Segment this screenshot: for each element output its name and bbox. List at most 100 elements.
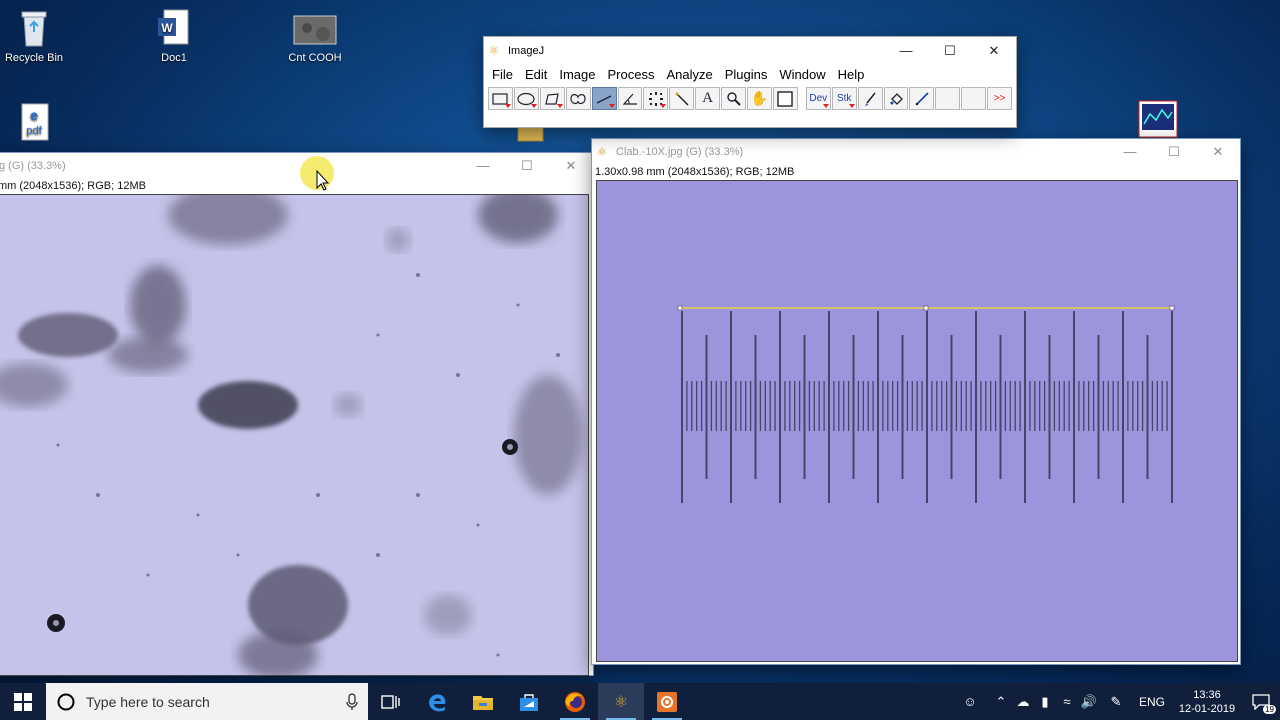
- flood-fill-tool-icon[interactable]: [883, 87, 909, 110]
- imagej-titlebar[interactable]: ⚛ ImageJ — ☐ ✕: [484, 37, 1016, 64]
- wifi-icon[interactable]: ≈: [1056, 683, 1078, 720]
- imagej-main-window[interactable]: ⚛ ImageJ — ☐ ✕ File Edit Image Process A…: [483, 36, 1017, 128]
- menu-window[interactable]: Window: [773, 67, 831, 82]
- onedrive-cloud-icon[interactable]: ☁: [1012, 683, 1034, 720]
- line-handle[interactable]: [1169, 305, 1175, 311]
- minimize-button[interactable]: —: [1108, 139, 1152, 164]
- action-center-button[interactable]: 19: [1242, 683, 1280, 720]
- left-window-titlebar[interactable]: g (G) (33.3%) — ☐ ✕: [0, 153, 593, 178]
- more-tools-button[interactable]: >>: [987, 87, 1013, 110]
- brush-tool-icon[interactable]: [857, 87, 883, 110]
- line-handle[interactable]: [677, 305, 683, 311]
- cortana-circle-icon: [57, 693, 75, 710]
- taskbar-edge[interactable]: [414, 683, 460, 720]
- imagej-menubar: File Edit Image Process Analyze Plugins …: [484, 64, 1016, 84]
- volume-icon[interactable]: 🔊: [1078, 683, 1100, 720]
- hand-scroll-tool-icon[interactable]: ✋: [747, 87, 772, 110]
- menu-image[interactable]: Image: [553, 67, 601, 82]
- wand-tool-icon[interactable]: [669, 87, 695, 110]
- stacks-menu-button[interactable]: Stk: [831, 87, 857, 110]
- menu-process[interactable]: Process: [602, 67, 661, 82]
- polygon-tool-icon[interactable]: [539, 87, 565, 110]
- menu-plugins[interactable]: Plugins: [719, 67, 774, 82]
- show-hidden-icons-chevron-icon[interactable]: ⌃: [990, 683, 1012, 720]
- close-button[interactable]: ✕: [1196, 139, 1240, 164]
- desktop-icon-cnt-cooh[interactable]: Cnt COOH: [277, 8, 353, 64]
- imagej-microscope-icon: ⚛: [613, 693, 629, 711]
- desktop-icon-recycle-bin[interactable]: Recycle Bin: [0, 8, 72, 64]
- left-image-window[interactable]: g (G) (33.3%) — ☐ ✕ mm (2048x1536); RGB;…: [0, 152, 594, 676]
- maximize-button[interactable]: ☐: [505, 153, 549, 178]
- right-window-titlebar[interactable]: ⚛ Clab.-10X.jpg (G) (33.3%) — ☐ ✕: [592, 139, 1240, 164]
- pencil-tool-icon[interactable]: [909, 87, 935, 110]
- desktop-icon-label: Cnt COOH: [288, 52, 342, 64]
- mouse-pointer-icon: [299, 155, 341, 202]
- left-window-title: g (G) (33.3%): [0, 159, 66, 172]
- clock[interactable]: 13:36 12-01-2019: [1172, 688, 1242, 716]
- menu-help[interactable]: Help: [832, 67, 871, 82]
- imagej-toolbar: A ✋ Dev Stk >>: [484, 84, 1016, 113]
- microphone-icon[interactable]: [346, 692, 358, 711]
- firefox-icon: [565, 691, 585, 712]
- color-picker-tool-icon[interactable]: [772, 87, 798, 110]
- desktop-icon-label: Doc1: [161, 52, 187, 64]
- minimize-button[interactable]: —: [884, 38, 928, 63]
- windows-logo-icon: [14, 692, 32, 711]
- maximize-button[interactable]: ☐: [928, 38, 972, 63]
- battery-icon[interactable]: ▮: [1034, 683, 1056, 720]
- oval-tool-icon[interactable]: [513, 87, 539, 110]
- svg-text:e: e: [30, 107, 38, 123]
- recycle-bin-icon: [16, 8, 52, 48]
- line-tool-icon[interactable]: [591, 87, 617, 110]
- maximize-button[interactable]: ☐: [1152, 139, 1196, 164]
- imagej-microscope-icon: ⚛: [488, 42, 500, 58]
- menu-edit[interactable]: Edit: [519, 67, 553, 82]
- taskbar-file-explorer[interactable]: [460, 683, 506, 720]
- people-icon[interactable]: ☺: [950, 683, 990, 720]
- freehand-tool-icon[interactable]: [565, 87, 591, 110]
- taskbar-recorder[interactable]: [644, 683, 690, 720]
- taskbar-search-box[interactable]: Type here to search: [46, 683, 368, 720]
- task-view-button[interactable]: [368, 683, 414, 720]
- svg-text:pdf: pdf: [26, 125, 42, 137]
- notification-count-badge: 19: [1263, 705, 1276, 714]
- point-tool-icon[interactable]: [643, 87, 669, 110]
- screen-recorder-icon: [657, 691, 677, 712]
- desktop-icon-doc1[interactable]: W Doc1: [136, 8, 212, 64]
- close-button[interactable]: ✕: [972, 38, 1016, 63]
- clock-time: 13:36: [1193, 688, 1221, 701]
- pdf-document-icon: e pdf: [16, 102, 52, 142]
- folder-icon: [473, 695, 493, 710]
- left-image-canvas[interactable]: [0, 194, 589, 676]
- micrograph-particles: [0, 195, 588, 675]
- taskbar-imagej[interactable]: ⚛: [598, 683, 644, 720]
- empty-tool-slot[interactable]: [961, 87, 987, 110]
- left-image-info: mm (2048x1536); RGB; 12MB: [0, 180, 146, 192]
- empty-tool-slot[interactable]: [935, 87, 961, 110]
- taskbar-firefox[interactable]: [552, 683, 598, 720]
- desktop-icon-pdf[interactable]: e pdf: [0, 102, 72, 146]
- pen-ink-icon[interactable]: ✎: [1100, 683, 1132, 720]
- image-thumbnail-icon: [293, 8, 337, 48]
- rectangle-tool-icon[interactable]: [488, 87, 513, 110]
- right-window-title: Clab.-10X.jpg (G) (33.3%): [616, 145, 744, 158]
- angle-tool-icon[interactable]: [617, 87, 643, 110]
- search-placeholder: Type here to search: [86, 693, 210, 710]
- start-button[interactable]: [0, 683, 46, 720]
- calibration-image-canvas[interactable]: [596, 180, 1238, 662]
- close-button[interactable]: ✕: [549, 153, 593, 178]
- word-document-icon: W: [156, 8, 192, 48]
- menu-analyze[interactable]: Analyze: [660, 67, 718, 82]
- text-tool-icon[interactable]: A: [695, 87, 721, 110]
- minimize-button[interactable]: —: [461, 153, 505, 178]
- magnifier-tool-icon[interactable]: [721, 87, 747, 110]
- developer-menu-button[interactable]: Dev: [805, 87, 831, 110]
- line-handle[interactable]: [923, 305, 929, 311]
- menu-file[interactable]: File: [486, 67, 519, 82]
- taskbar: Type here to search ⚛ ☺ ⌃ ☁ ▮ ≈ 🔊 ✎ ENG …: [0, 683, 1280, 720]
- taskbar-store[interactable]: [506, 683, 552, 720]
- calibration-image-window[interactable]: ⚛ Clab.-10X.jpg (G) (33.3%) — ☐ ✕ 1.30x0…: [591, 138, 1241, 665]
- input-language[interactable]: ENG: [1132, 695, 1172, 709]
- clock-date: 12-01-2019: [1178, 702, 1236, 715]
